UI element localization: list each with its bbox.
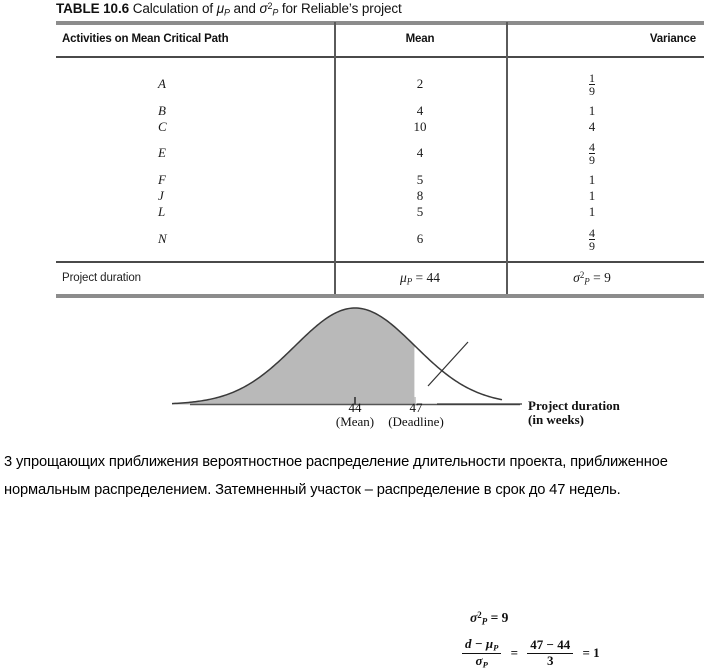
z-left-numerator: d − μP xyxy=(462,636,501,653)
cell-variance: 1 xyxy=(588,103,596,118)
z-num-text: d − μ xyxy=(465,636,494,651)
cell-activity: F xyxy=(158,172,166,187)
cell-activity: E xyxy=(158,145,166,160)
table-10-6: TABLE 10.6 Calculation of μP and σ2P for… xyxy=(48,0,712,300)
column-header-variance: Variance xyxy=(649,33,696,45)
summary-sigma-symbol: σ xyxy=(573,270,580,285)
summary-sigma-number: = 9 xyxy=(593,270,611,285)
column-header-mean: Mean xyxy=(405,33,435,45)
x-axis-label-line2: (in weeks) xyxy=(528,412,584,427)
summary-mean-value: μP = 44 xyxy=(334,270,506,286)
fraction-numerator: 1 xyxy=(589,71,595,85)
summary-sigma-sub: P xyxy=(584,276,590,287)
z-left-fraction: d − μP σP xyxy=(462,636,502,670)
z-equals-1: = xyxy=(510,645,519,661)
formula-sigma-symbol: σ xyxy=(470,610,478,625)
z-result: = 1 xyxy=(582,645,600,661)
table-row: A 2 19 xyxy=(48,72,712,97)
z-den-sub: P xyxy=(482,659,488,670)
title-conjunction: and xyxy=(233,1,256,16)
cell-variance: 19 xyxy=(506,72,678,101)
column-header-activities: Activities on Mean Critical Path xyxy=(62,33,229,45)
mu-symbol: μ xyxy=(216,1,225,16)
cell-activity: N xyxy=(158,231,167,246)
table-number: TABLE 10.6 xyxy=(56,1,130,16)
axis-tick-caption-deadline: (Deadline) xyxy=(388,414,444,429)
cell-mean: 10 xyxy=(413,119,427,134)
table-rule-header xyxy=(56,56,704,58)
variance-fraction: 49 xyxy=(589,141,595,166)
formula-z-score: d − μP σP = 47 − 44 3 = 1 xyxy=(462,636,600,670)
variance-fraction: 19 xyxy=(589,72,595,97)
summary-variance-value: σ2P = 9 xyxy=(506,270,678,286)
cell-variance: 1 xyxy=(588,188,596,203)
cell-activity: J xyxy=(158,188,164,203)
table-rule-bottom xyxy=(56,294,704,298)
summary-mu-symbol: μ xyxy=(399,270,407,285)
summary-mu-sub: P xyxy=(406,276,413,287)
cell-activity: A xyxy=(158,76,166,91)
cell-variance: 1 xyxy=(588,172,596,187)
fraction-numerator: 4 xyxy=(589,140,595,154)
sigma-subscript: P xyxy=(272,7,279,18)
table-row: E449 xyxy=(48,141,712,166)
cell-mean: 4 xyxy=(416,145,424,160)
table-row: J 8 1 xyxy=(48,188,712,205)
cell-mean: 8 xyxy=(416,188,424,203)
cell-mean: 2 xyxy=(416,76,424,91)
cell-activity: C xyxy=(158,119,167,134)
formula-variance: σ2P = 9 xyxy=(470,610,508,626)
mu-subscript: P xyxy=(224,7,230,18)
cell-mean: 6 xyxy=(416,231,424,246)
cell-activity: B xyxy=(158,103,166,118)
cell-variance: 49 xyxy=(506,141,678,170)
formula-sigma-sub: P xyxy=(481,616,488,627)
summary-mu-number: = 44 xyxy=(415,270,441,285)
cell-mean: 4 xyxy=(416,103,424,118)
z-rhs-denominator: 3 xyxy=(527,652,574,669)
cell-variance: 4 xyxy=(588,119,596,134)
fraction-numerator: 4 xyxy=(589,226,595,240)
title-tail: for Reliable’s project xyxy=(281,1,402,16)
z-rhs-numerator: 47 − 44 xyxy=(530,637,571,653)
z-den-text: σ xyxy=(475,652,483,668)
table-row: N 6 49 xyxy=(48,227,712,252)
cell-mean: 5 xyxy=(416,172,424,187)
z-left-denominator: σP xyxy=(462,652,502,670)
cell-mean: 5 xyxy=(416,204,424,219)
cell-variance: 1 xyxy=(588,204,596,219)
z-right-fraction: 47 − 44 3 xyxy=(527,637,574,669)
table-row: F 5 1 xyxy=(48,172,712,189)
table-row: C 10 4 xyxy=(48,119,712,136)
variance-fraction: 49 xyxy=(589,227,595,252)
shaded-probability-region xyxy=(172,308,415,405)
table-row: L 5 1 xyxy=(48,204,712,221)
table-rule-top xyxy=(56,21,704,25)
fraction-denominator: 9 xyxy=(589,153,595,168)
table-title: TABLE 10.6 Calculation of μP and σ2P for… xyxy=(56,1,402,17)
table-title-text: Calculation of xyxy=(132,1,214,16)
z-num-sub: P xyxy=(493,642,499,653)
formula-sigma-value: = 9 xyxy=(490,610,509,625)
fraction-denominator: 9 xyxy=(589,84,595,99)
caption-text: 3 упрощающих приближения вероятностное р… xyxy=(4,454,668,498)
fraction-denominator: 9 xyxy=(589,239,595,254)
summary-row-label: Project duration xyxy=(62,272,141,284)
cell-variance: 49 xyxy=(506,227,678,256)
cell-activity: L xyxy=(158,204,166,219)
table-rule-summary xyxy=(56,261,704,263)
table-row: B 4 1 xyxy=(48,103,712,120)
